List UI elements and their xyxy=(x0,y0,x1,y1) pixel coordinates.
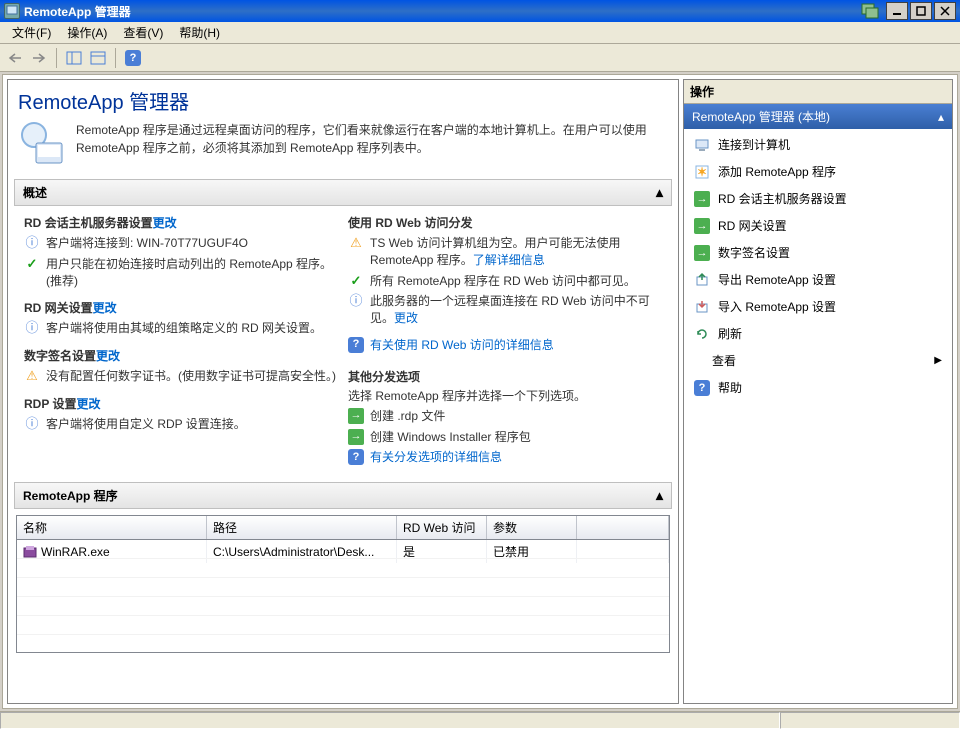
chevron-right-icon: ▶ xyxy=(934,355,942,366)
rd-gw-settings-label: RD 网关设置 xyxy=(24,301,93,315)
sign-change-link[interactable]: 更改 xyxy=(96,349,120,363)
properties-button[interactable] xyxy=(87,47,109,69)
remoteapp-icon xyxy=(18,121,66,169)
actions-band[interactable]: RemoteApp 管理器 (本地) ▴ xyxy=(684,104,952,129)
action-add[interactable]: ✶添加 RemoteApp 程序 xyxy=(684,158,952,185)
actions-pane: 操作 RemoteApp 管理器 (本地) ▴ 连接到计算机 ✶添加 Remot… xyxy=(683,79,953,704)
action-connect[interactable]: 连接到计算机 xyxy=(684,131,952,158)
action-export[interactable]: 导出 RemoteApp 设置 xyxy=(684,266,952,293)
sign-settings-label: 数字签名设置 xyxy=(24,349,96,363)
menu-bar: 文件(F) 操作(A) 查看(V) 帮助(H) xyxy=(0,22,960,44)
app-icon xyxy=(4,3,20,19)
toolbar: ? xyxy=(0,44,960,72)
change-link[interactable]: 更改 xyxy=(394,311,418,325)
info-icon xyxy=(24,235,40,251)
action-refresh[interactable]: 刷新 xyxy=(684,320,952,347)
arrow-icon xyxy=(348,429,364,445)
menu-help[interactable]: 帮助(H) xyxy=(171,22,228,43)
add-icon: ✶ xyxy=(694,164,710,180)
row-name: WinRAR.exe xyxy=(41,545,110,559)
chevron-up-icon: ▴ xyxy=(938,110,944,124)
intro-text: RemoteApp 程序是通过远程桌面访问的程序，它们看来就像运行在客户端的本地… xyxy=(76,121,668,169)
help-button[interactable]: ? xyxy=(122,47,144,69)
winrar-icon xyxy=(23,545,37,559)
action-rdgw[interactable]: →RD 网关设置 xyxy=(684,212,952,239)
svg-text:✶: ✶ xyxy=(697,165,707,179)
help-icon: ? xyxy=(694,380,710,396)
action-sign[interactable]: →数字签名设置 xyxy=(684,239,952,266)
computer-icon xyxy=(694,137,710,153)
warning-icon xyxy=(348,235,364,251)
check-icon xyxy=(24,256,40,272)
rd-gw-change-link[interactable]: 更改 xyxy=(93,301,117,315)
status-bar xyxy=(0,711,960,729)
launch-restriction-text: 用户只能在初始连接时启动列出的 RemoteApp 程序。(推荐) xyxy=(46,256,338,290)
warning-icon xyxy=(24,368,40,384)
col-rdweb-header[interactable]: RD Web 访问 xyxy=(397,516,487,539)
actions-header: 操作 xyxy=(684,80,952,104)
rdp-change-link[interactable]: 更改 xyxy=(76,397,100,411)
create-rdp-link[interactable]: 创建 .rdp 文件 xyxy=(370,408,445,425)
col-args-header[interactable]: 参数 xyxy=(487,516,577,539)
menu-file[interactable]: 文件(F) xyxy=(4,22,59,43)
table-row[interactable]: WinRAR.exe C:\Users\Administrator\Desk..… xyxy=(17,540,669,563)
menu-view[interactable]: 查看(V) xyxy=(115,22,171,43)
close-button[interactable] xyxy=(934,2,956,20)
custom-rdp-text: 客户端将使用自定义 RDP 设置连接。 xyxy=(46,416,246,433)
rd-gw-policy-text: 客户端将使用由其域的组策略定义的 RD 网关设置。 xyxy=(46,320,322,337)
info-icon xyxy=(348,293,364,309)
import-icon xyxy=(694,299,710,315)
menu-action[interactable]: 操作(A) xyxy=(59,22,115,43)
action-help[interactable]: ?帮助 xyxy=(684,374,952,401)
maximize-button[interactable] xyxy=(910,2,932,20)
programs-header[interactable]: RemoteApp 程序 ▴ xyxy=(14,482,672,509)
action-rdhost[interactable]: →RD 会话主机服务器设置 xyxy=(684,185,952,212)
main-pane: RemoteApp 管理器 RemoteApp 程序是通过远程桌面访问的程序，它… xyxy=(7,79,679,704)
cascade-icon[interactable] xyxy=(860,2,880,20)
show-tree-button[interactable] xyxy=(63,47,85,69)
dist-help-link[interactable]: 有关分发选项的详细信息 xyxy=(370,449,502,466)
back-button[interactable] xyxy=(4,47,26,69)
rdp-settings-label: RDP 设置 xyxy=(24,397,76,411)
col-path-header[interactable]: 路径 xyxy=(207,516,397,539)
learn-more-link[interactable]: 了解详细信息 xyxy=(473,253,545,267)
other-dist-label: 其他分发选项 xyxy=(348,368,662,385)
help-icon: ? xyxy=(348,449,364,465)
all-visible-text: 所有 RemoteApp 程序在 RD Web 访问中都可见。 xyxy=(370,273,636,290)
action-import[interactable]: 导入 RemoteApp 设置 xyxy=(684,293,952,320)
arrow-icon: → xyxy=(694,245,710,261)
rd-host-change-link[interactable]: 更改 xyxy=(153,216,177,230)
rdweb-dist-label: 使用 RD Web 访问分发 xyxy=(348,214,662,231)
action-view[interactable]: 查看▶ xyxy=(684,347,952,374)
check-icon xyxy=(348,273,364,289)
info-icon xyxy=(24,416,40,432)
minimize-button[interactable] xyxy=(886,2,908,20)
export-icon xyxy=(694,272,710,288)
row-web: 是 xyxy=(397,540,487,563)
connect-target-value: 客户端将连接到: WIN-70T77UGUF4O xyxy=(46,235,248,252)
arrow-icon xyxy=(348,408,364,424)
other-dist-sub: 选择 RemoteApp 程序并选择一个下列选项。 xyxy=(348,387,662,404)
create-msi-link[interactable]: 创建 Windows Installer 程序包 xyxy=(370,429,531,446)
rdweb-help-link[interactable]: 有关使用 RD Web 访问的详细信息 xyxy=(370,337,554,354)
forward-button[interactable] xyxy=(28,47,50,69)
refresh-icon xyxy=(694,326,710,342)
row-path: C:\Users\Administrator\Desk... xyxy=(207,540,397,563)
row-args: 已禁用 xyxy=(487,540,577,563)
col-name-header[interactable]: 名称 xyxy=(17,516,207,539)
info-icon xyxy=(24,320,40,336)
arrow-icon: → xyxy=(694,218,710,234)
chevron-up-icon: ▴ xyxy=(656,487,663,504)
rd-host-settings-label: RD 会话主机服务器设置 xyxy=(24,216,153,230)
programs-grid[interactable]: 名称 路径 RD Web 访问 参数 WinRAR.exe C:\Users\A… xyxy=(16,515,670,653)
chevron-up-icon: ▴ xyxy=(656,184,663,201)
help-icon: ? xyxy=(348,337,364,353)
no-cert-text: 没有配置任何数字证书。(使用数字证书可提高安全性。) xyxy=(46,368,336,385)
window-title: RemoteApp 管理器 xyxy=(24,3,131,20)
page-title: RemoteApp 管理器 xyxy=(8,80,678,115)
arrow-icon: → xyxy=(694,191,710,207)
overview-header[interactable]: 概述 ▴ xyxy=(14,179,672,206)
title-bar: RemoteApp 管理器 xyxy=(0,0,960,22)
